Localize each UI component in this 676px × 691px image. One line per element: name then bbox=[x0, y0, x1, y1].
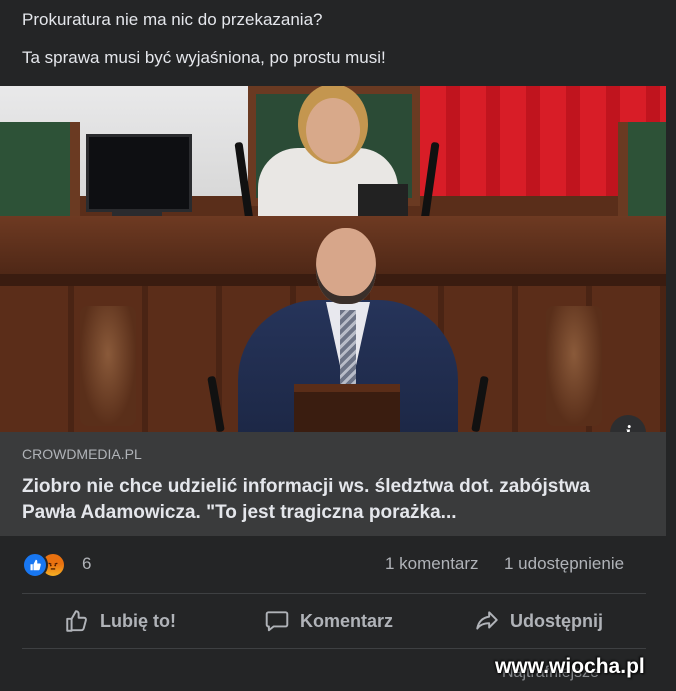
link-domain: CROWDMEDIA.PL bbox=[22, 446, 142, 462]
laptop bbox=[358, 184, 408, 216]
speaker-head bbox=[316, 228, 376, 304]
like-label: Lubię to! bbox=[100, 610, 176, 631]
wood-relief bbox=[546, 306, 602, 426]
post-text-line-2: Ta sprawa musi być wyjaśniona, po prostu… bbox=[22, 48, 386, 67]
divider bbox=[22, 648, 646, 649]
thumbs-up-icon bbox=[66, 610, 87, 632]
link-title[interactable]: Ziobro nie chce udzielić informacji ws. … bbox=[22, 474, 642, 526]
comment-label: Komentarz bbox=[300, 610, 394, 631]
share-label: Udostępnij bbox=[510, 610, 603, 631]
presiding-person-head bbox=[306, 98, 360, 162]
link-preview-image[interactable] bbox=[0, 86, 666, 432]
speaker-tie bbox=[340, 310, 356, 386]
share-button[interactable]: Udostępnij bbox=[474, 606, 603, 636]
divider bbox=[22, 593, 646, 594]
reaction-count[interactable]: 6 bbox=[82, 554, 91, 574]
like-button[interactable]: Lubię to! bbox=[64, 606, 176, 636]
comment-button[interactable]: Komentarz bbox=[264, 606, 393, 636]
watermark: www.wiocha.pl bbox=[495, 655, 645, 678]
link-preview-card[interactable]: CROWDMEDIA.PL Ziobro nie chce udzielić i… bbox=[0, 432, 666, 536]
share-arrow-icon bbox=[476, 611, 498, 630]
monitor bbox=[86, 134, 192, 212]
wood-relief bbox=[80, 306, 136, 426]
post-text-line-1: Prokuratura nie ma nic do przekazania? bbox=[22, 10, 323, 29]
shares-count[interactable]: 1 udostępnienie bbox=[504, 554, 624, 574]
like-reaction-icon bbox=[22, 552, 48, 578]
comments-count[interactable]: 1 komentarz bbox=[385, 554, 479, 574]
comment-bubble-icon bbox=[265, 611, 289, 632]
lectern bbox=[294, 384, 400, 432]
